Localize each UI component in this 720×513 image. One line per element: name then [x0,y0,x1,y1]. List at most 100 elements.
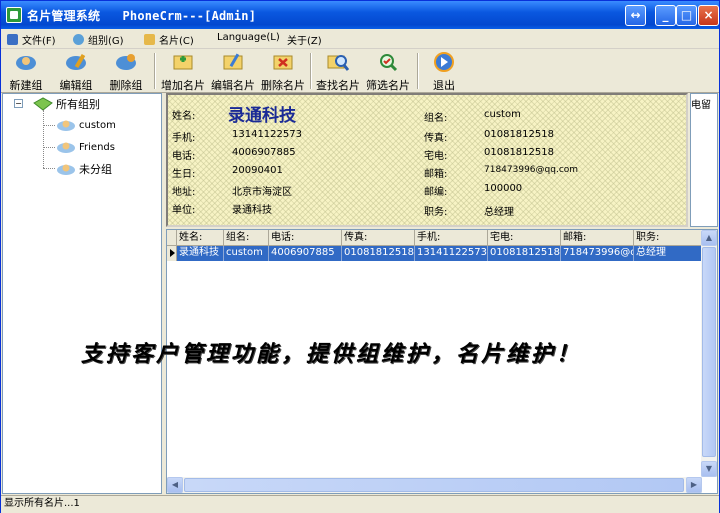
mobile-label: 手机: [172,133,196,144]
home-phone-value: 01081812518 [484,147,554,158]
new-group-button[interactable]: 新建组 [5,51,47,92]
cell-group: custom [224,246,269,261]
scroll-down-icon[interactable]: ▼ [701,461,717,477]
tree-line [43,147,55,148]
filter-card-icon [380,54,398,72]
restore-icon[interactable]: ↔ [625,5,646,26]
group-value: custom [484,109,521,120]
edit-card-icon [223,53,243,70]
card-icon [144,34,155,45]
tree-item-ungrouped[interactable]: 未分组 [56,161,112,177]
tree-item-friends[interactable]: Friends [56,140,115,154]
col-header-mobile[interactable]: 手机: [415,230,488,246]
maximize-button[interactable]: □ [676,5,697,26]
cell-home: 01081812518 [488,246,561,261]
group-icon [73,34,84,45]
table-row[interactable]: 录通科技 custom 4006907885 01081812518 13141… [177,246,707,261]
add-card-icon [173,55,193,70]
status-bar: 显示所有名片...1 [1,495,719,513]
edit-group-button[interactable]: 编辑组 [55,51,97,92]
delete-card-button[interactable]: 删除名片 [259,51,307,92]
job-title-value: 总经理 [484,207,514,218]
add-card-button[interactable]: 增加名片 [159,51,207,92]
delete-group-icon [116,54,136,70]
minimize-button[interactable]: _ [655,5,676,26]
delete-group-button[interactable]: 删除组 [105,51,147,92]
cell-mobile: 13141122573 [415,246,488,261]
grid-header: 姓名: 组名: 电话: 传真: 手机: 宅电: 邮箱: 职务: [167,230,707,246]
address-label: 地址: [172,187,196,198]
new-group-label: 新建组 [9,79,43,92]
col-header-name[interactable]: 姓名: [177,230,224,246]
menu-group[interactable]: 组别(G) [73,32,124,47]
grid-horizontal-scrollbar[interactable]: ◀ ▶ [167,477,702,493]
folder-groups-icon [33,97,53,111]
cell-title: 总经理 [636,247,666,258]
toolbar: 新建组 编辑组 删除组 增加名片 编辑名片 删除名片 查找名片 筛选名片 退出 [1,49,719,93]
name-label: 姓名: [172,111,196,122]
book-icon [7,34,18,45]
col-header-group[interactable]: 组名: [224,230,269,246]
app-window: 名片管理系统 PhoneCrm---[Admin] ↔ _ □ × 文件(F) … [0,0,720,513]
col-header-home[interactable]: 宅电: [488,230,561,246]
collapse-icon[interactable]: − [14,99,23,108]
side-tab[interactable]: 电留 [690,93,718,227]
birthday-label: 生日: [172,169,196,180]
tree-item-custom[interactable]: custom [56,118,116,132]
title-bar[interactable]: 名片管理系统 PhoneCrm---[Admin] ↔ _ □ × [1,1,719,29]
delete-card-label: 删除名片 [261,79,305,92]
col-header-phone[interactable]: 电话: [269,230,342,246]
menu-bar: 文件(F) 组别(G) 名片(C) Language(L) 关于(Z) [1,29,719,49]
phone-value: 4006907885 [232,147,296,158]
menu-about-label: 关于(Z) [287,36,322,47]
scroll-thumb[interactable] [702,247,716,457]
menu-about[interactable]: 关于(Z) [287,32,322,47]
side-tab-label: 电留 [691,100,711,111]
zip-value: 100000 [484,183,523,194]
find-card-icon [327,55,350,71]
cell-name: 录通科技 [177,246,224,261]
new-group-icon [16,56,36,70]
edit-card-button[interactable]: 编辑名片 [209,51,257,92]
exit-button[interactable]: 退出 [425,51,463,92]
tree-root-label: 所有组别 [56,98,100,111]
group-icon [57,120,75,131]
cell-fax: 01081812518 [342,246,415,261]
email-value: 718473996@qq.com [484,165,579,175]
birthday-value: 20090401 [232,165,283,176]
scroll-thumb[interactable] [184,478,684,492]
scroll-up-icon[interactable]: ▲ [701,230,717,246]
filter-card-button[interactable]: 筛选名片 [364,51,412,92]
edit-group-icon [66,53,86,70]
col-header-email[interactable]: 邮箱: [561,230,634,246]
card-name: 录通科技 [228,106,296,126]
edit-group-label: 编辑组 [59,79,93,92]
company-value: 录通科技 [232,205,272,216]
exit-icon [434,52,454,72]
col-header-fax[interactable]: 传真: [342,230,415,246]
find-card-button[interactable]: 查找名片 [314,51,362,92]
tree-line [43,110,44,168]
menu-language[interactable]: Language(L) [217,32,280,43]
promo-slogan: 支持客户管理功能，提供组维护，名片维护！ [81,341,582,367]
email-label: 邮箱: [424,169,448,180]
fax-value: 01081812518 [484,129,554,140]
address-value: 北京市海淀区 [232,187,292,198]
menu-file-label: 文件(F) [22,36,56,47]
menu-file[interactable]: 文件(F) [7,32,56,47]
tree-line [43,125,55,126]
scroll-right-icon[interactable]: ▶ [686,477,702,493]
group-label: 组名: [424,113,448,124]
close-button[interactable]: × [698,5,719,26]
group-icon [57,142,75,153]
cell-email: 718473996@qq. [561,246,634,261]
menu-group-label: 组别(G) [88,36,124,47]
grid-vertical-scrollbar[interactable]: ▲ ▼ [701,230,717,477]
mobile-value: 13141122573 [232,129,302,140]
tree-item-label: 未分组 [79,163,112,176]
menu-card[interactable]: 名片(C) [144,32,194,47]
scroll-left-icon[interactable]: ◀ [167,477,183,493]
col-header-title[interactable]: 职务: [634,230,707,246]
menu-card-label: 名片(C) [159,36,194,47]
exit-label: 退出 [433,79,455,92]
